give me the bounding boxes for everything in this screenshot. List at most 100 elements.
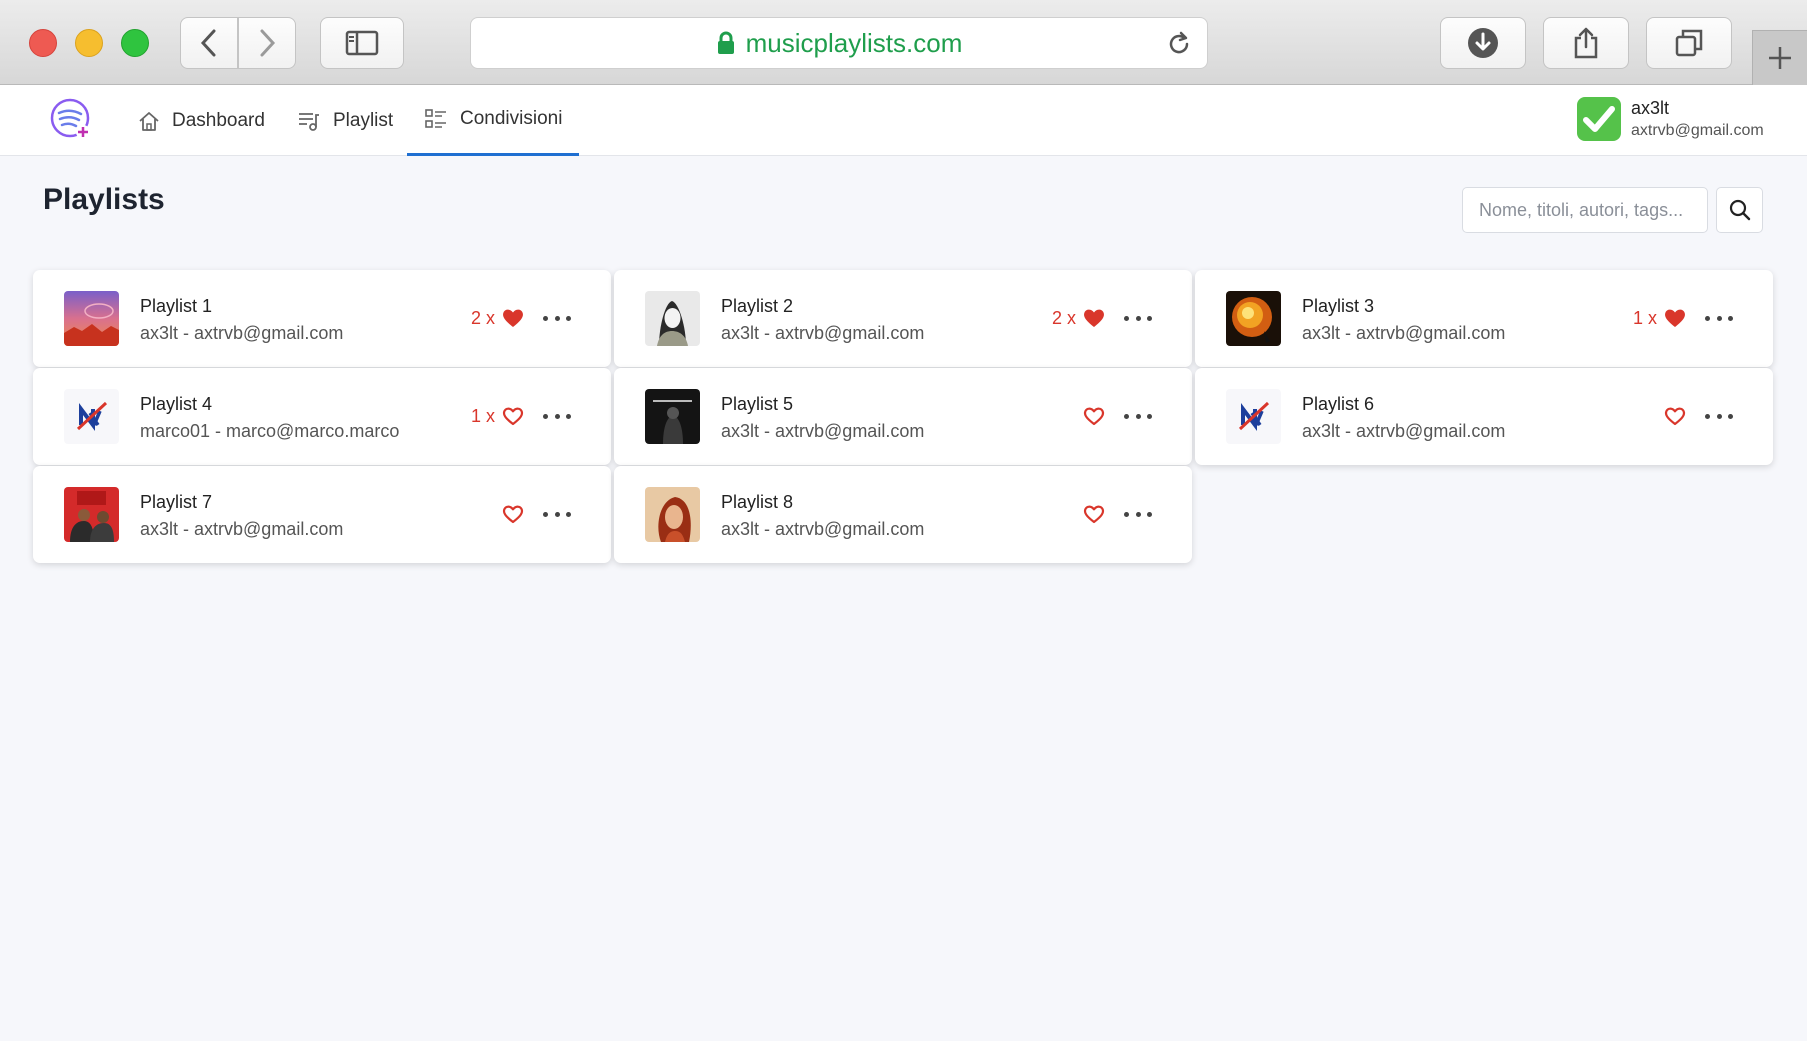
nav-playlist-label: Playlist <box>333 109 394 131</box>
playlist-name: Playlist 1 <box>140 296 213 316</box>
playlist-card[interactable]: Playlist 4 marco01 - marco@marco.marco 1… <box>33 368 611 465</box>
search-input[interactable] <box>1462 187 1708 233</box>
playlist-card[interactable]: Playlist 7 ax3lt - axtrvb@gmail.com <box>33 466 611 563</box>
url-text: musicplaylists.com <box>745 27 963 58</box>
playlist-name: Playlist 6 <box>1302 394 1375 414</box>
playlist-name: Playlist 5 <box>721 394 794 414</box>
search-button[interactable] <box>1716 187 1763 233</box>
lock-icon <box>717 31 734 54</box>
playlist-name: Playlist 4 <box>140 394 213 414</box>
heart-filled-icon <box>1665 309 1685 327</box>
page-title: Playlists <box>43 183 165 216</box>
playlist-card[interactable]: Playlist 3 ax3lt - axtrvb@gmail.com 1 x <box>1195 270 1773 367</box>
share-button[interactable] <box>1543 17 1629 69</box>
playlist-card[interactable]: Playlist 5 ax3lt - axtrvb@gmail.com <box>614 368 1192 465</box>
maximize-window-button[interactable] <box>121 29 149 57</box>
search-icon <box>1729 199 1750 221</box>
more-options-button[interactable] <box>543 506 571 522</box>
chevron-right-icon <box>260 29 276 57</box>
minimize-window-button[interactable] <box>75 29 103 57</box>
more-options-button[interactable] <box>1124 310 1152 326</box>
heart-outline-icon <box>502 407 524 426</box>
like-button[interactable] <box>1076 405 1106 427</box>
playlist-owner: ax3lt - axtrvb@gmail.com <box>140 323 344 343</box>
like-count: 2 x <box>470 307 495 328</box>
more-options-button[interactable] <box>543 408 571 424</box>
tabs-overview-button[interactable] <box>1646 17 1732 69</box>
nav-condivisioni-label: Condivisioni <box>460 108 563 129</box>
like-count: 1 x <box>470 405 495 426</box>
browser-toolbar: musicplaylists.com <box>0 0 1807 85</box>
more-options-button[interactable] <box>543 310 571 326</box>
red-321-cover <box>64 487 119 542</box>
avatar <box>1577 97 1621 141</box>
app-logo-icon[interactable] <box>50 98 92 140</box>
playlist-card[interactable]: Playlist 8 ax3lt - axtrvb@gmail.com <box>614 466 1192 563</box>
download-icon <box>1468 28 1498 58</box>
playlist-card[interactable]: Playlist 6 ax3lt - axtrvb@gmail.com <box>1195 368 1773 465</box>
playlist-name: Playlist 2 <box>721 296 794 316</box>
woman-portrait-cover <box>645 487 700 542</box>
ny-logo-cover <box>1226 389 1281 444</box>
back-button[interactable] <box>180 17 238 69</box>
app-navbar: Dashboard Playlist Condivisioni ax3lt ax… <box>0 85 1807 156</box>
heart-filled-icon <box>503 309 523 327</box>
new-tab-button[interactable] <box>1752 30 1807 85</box>
fire-explosion-cover <box>1226 291 1281 346</box>
more-options-button[interactable] <box>1124 506 1152 522</box>
like-button[interactable]: 1 x <box>471 405 525 427</box>
heart-outline-icon <box>1664 407 1686 426</box>
address-bar[interactable]: musicplaylists.com <box>470 17 1208 69</box>
nav-condivisioni[interactable]: Condivisioni <box>407 85 580 156</box>
checkmark-icon <box>1583 106 1615 132</box>
like-button[interactable]: 2 x <box>1052 307 1106 329</box>
sidebar-toggle-button[interactable] <box>320 17 404 69</box>
tabs-icon <box>1675 29 1703 57</box>
home-icon <box>138 110 160 132</box>
forward-button[interactable] <box>238 17 296 69</box>
playlist-card[interactable]: Playlist 2 ax3lt - axtrvb@gmail.com 2 x <box>614 270 1192 367</box>
share-icon <box>1574 27 1598 59</box>
like-button[interactable] <box>1657 405 1687 427</box>
like-button[interactable] <box>495 503 525 525</box>
heart-outline-icon <box>1083 407 1105 426</box>
heart-outline-icon <box>1083 505 1105 524</box>
playlist-icon <box>297 110 321 132</box>
playlist-owner: ax3lt - axtrvb@gmail.com <box>721 323 925 343</box>
like-button[interactable]: 2 x <box>471 307 525 329</box>
ny-logo-cover <box>64 389 119 444</box>
more-options-button[interactable] <box>1124 408 1152 424</box>
like-button[interactable] <box>1076 503 1106 525</box>
nav-playlist[interactable]: Playlist <box>297 85 393 156</box>
playlist-owner: marco01 - marco@marco.marco <box>140 421 400 441</box>
heart-filled-icon <box>1084 309 1104 327</box>
nav-dashboard[interactable]: Dashboard <box>138 85 265 156</box>
dark-album-cover <box>645 389 700 444</box>
playlist-name: Playlist 7 <box>140 492 213 512</box>
user-email: axtrvb@gmail.com <box>1631 122 1764 139</box>
playlist-name: Playlist 3 <box>1302 296 1375 316</box>
playlist-card[interactable]: Playlist 1 ax3lt - axtrvb@gmail.com 2 x <box>33 270 611 367</box>
playlist-owner: ax3lt - axtrvb@gmail.com <box>1302 421 1506 441</box>
playlist-owner: ax3lt - axtrvb@gmail.com <box>721 421 925 441</box>
playlist-owner: ax3lt - axtrvb@gmail.com <box>1302 323 1506 343</box>
like-count: 1 x <box>1632 307 1657 328</box>
share-list-icon <box>424 108 448 130</box>
sunset-cover <box>64 291 119 346</box>
nav-dashboard-label: Dashboard <box>172 109 265 131</box>
heart-outline-icon <box>502 505 524 524</box>
close-window-button[interactable] <box>29 29 57 57</box>
reload-icon[interactable] <box>1165 30 1193 58</box>
playlist-name: Playlist 8 <box>721 492 794 512</box>
downloads-button[interactable] <box>1440 17 1526 69</box>
playlist-owner: ax3lt - axtrvb@gmail.com <box>721 519 925 539</box>
playlist-owner: ax3lt - axtrvb@gmail.com <box>140 519 344 539</box>
artist-portrait-cover <box>645 291 700 346</box>
more-options-button[interactable] <box>1705 310 1733 326</box>
like-count: 2 x <box>1051 307 1076 328</box>
more-options-button[interactable] <box>1705 408 1733 424</box>
like-button[interactable]: 1 x <box>1633 307 1687 329</box>
chevron-left-icon <box>200 29 216 57</box>
user-menu[interactable]: ax3lt axtrvb@gmail.com <box>1577 97 1764 141</box>
user-name: ax3lt <box>1631 98 1670 118</box>
